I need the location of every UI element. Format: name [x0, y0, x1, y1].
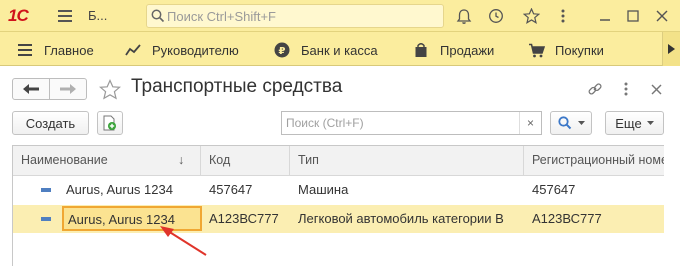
favorite-star-icon[interactable] — [97, 77, 123, 101]
ruble-icon: ₽ — [273, 42, 291, 58]
search-icon — [151, 9, 165, 26]
column-header-code[interactable]: Код — [201, 146, 290, 176]
section-management[interactable]: Руководителю — [124, 41, 239, 59]
arrow-right-icon — [60, 84, 76, 94]
more-vertical-icon[interactable] — [552, 5, 574, 27]
sections-panel: Главное Руководителю ₽ Банк и касса Прод… — [0, 32, 680, 66]
top-bar: 1С Б... Поиск Ctrl+Shift+F — [0, 0, 680, 32]
section-label: Главное — [44, 42, 94, 58]
cell-name: Aurus, Aurus 1234 — [66, 182, 173, 197]
cell-code: А123ВС777 — [209, 211, 279, 226]
section-main[interactable]: Главное — [16, 41, 94, 59]
catalog-item-icon — [41, 217, 51, 221]
minimize-icon[interactable] — [594, 5, 616, 27]
column-header-name[interactable]: Наименование ↓ — [13, 146, 201, 176]
back-button[interactable] — [12, 78, 50, 100]
favorites-star-icon[interactable] — [520, 5, 542, 27]
section-bank-cash[interactable]: ₽ Банк и касса — [273, 41, 378, 59]
column-header-reg-number[interactable]: Регистрационный номер — [524, 146, 664, 176]
form-close-icon[interactable] — [645, 78, 667, 100]
current-cell[interactable]: Aurus, Aurus 1234 — [62, 206, 202, 231]
list-search-input[interactable] — [282, 112, 518, 134]
sections-scroll-right-button[interactable] — [662, 32, 680, 66]
table-row[interactable]: Aurus, Aurus 1234 457647 Машина 457647 — [13, 176, 664, 204]
more-actions-label: Еще — [615, 115, 642, 131]
close-icon[interactable] — [651, 5, 673, 27]
vehicles-table[interactable]: Наименование ↓ Код Тип Регистрационный н… — [12, 145, 664, 266]
link-icon[interactable] — [584, 78, 606, 100]
history-icon[interactable] — [485, 5, 507, 27]
catalog-item-icon — [41, 188, 51, 192]
bell-icon[interactable] — [453, 5, 475, 27]
cart-icon — [527, 42, 545, 58]
section-label: Продажи — [440, 42, 495, 58]
maximize-icon[interactable] — [622, 5, 644, 27]
cell-reg-number: 457647 — [532, 182, 576, 197]
cell-type: Легковой автомобиль категории В — [298, 211, 504, 226]
section-sales[interactable]: Продажи — [412, 41, 494, 59]
cell-code: 457647 — [209, 182, 253, 197]
svg-text:₽: ₽ — [279, 46, 286, 57]
list-search-field[interactable]: × — [281, 111, 542, 135]
app-title: Б... — [88, 8, 108, 23]
global-search-input[interactable]: Поиск Ctrl+Shift+F — [146, 4, 444, 28]
section-purchases[interactable]: Покупки — [527, 41, 604, 59]
chart-icon — [124, 42, 142, 58]
chevron-down-icon — [646, 121, 654, 125]
clear-search-button[interactable]: × — [519, 112, 541, 134]
more-actions-button[interactable]: Еще — [605, 111, 664, 135]
chevron-down-icon — [577, 121, 585, 125]
forward-button[interactable] — [49, 78, 87, 100]
add-document-icon — [103, 115, 116, 131]
column-header-type[interactable]: Тип — [290, 146, 524, 176]
create-button-label: Создать — [25, 115, 76, 131]
cell-type: Машина — [298, 182, 349, 197]
form-more-vertical-icon[interactable] — [615, 78, 637, 100]
arrow-left-icon — [23, 84, 39, 94]
bag-icon — [412, 42, 430, 58]
menu-icon — [16, 42, 34, 58]
form-title: Транспортные средства — [131, 76, 343, 97]
cell-reg-number: А123ВС777 — [532, 211, 602, 226]
create-button[interactable]: Создать — [12, 111, 89, 135]
section-label: Банк и касса — [301, 42, 378, 58]
search-options-button[interactable] — [550, 111, 592, 135]
caret-right-icon — [668, 44, 675, 54]
app-logo: 1С — [8, 6, 29, 25]
cell-name: Aurus, Aurus 1234 — [68, 212, 175, 227]
hamburger-menu-icon[interactable] — [54, 5, 76, 27]
table-header-row: Наименование ↓ Код Тип Регистрационный н… — [13, 146, 664, 176]
search-icon — [557, 116, 571, 130]
section-label: Покупки — [555, 42, 604, 58]
table-row-selected[interactable]: Aurus, Aurus 1234 А123ВС777 Легковой авт… — [13, 205, 664, 233]
section-label: Руководителю — [152, 42, 239, 58]
sort-descending-icon: ↓ — [178, 153, 185, 167]
create-copy-button[interactable] — [97, 111, 123, 135]
global-search-placeholder: Поиск Ctrl+Shift+F — [167, 9, 276, 24]
